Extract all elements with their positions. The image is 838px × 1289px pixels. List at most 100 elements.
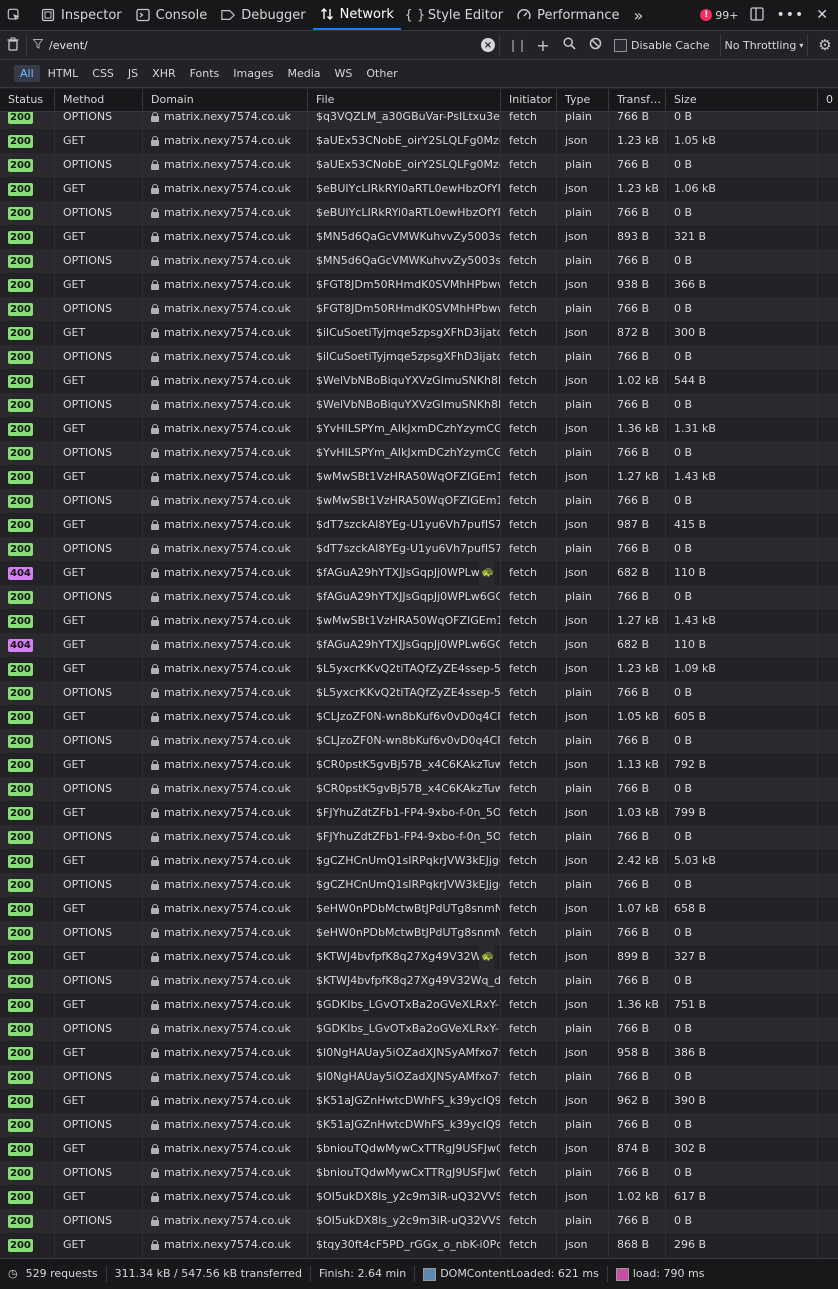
request-row[interactable]: 200 OPTIONS matrix.nexy7574.co.uk $I0NgHAUa… (0, 1065, 838, 1089)
tool-inspector[interactable]: Inspector (34, 0, 129, 30)
summary-requests[interactable]: ◷ 529 requests (0, 1266, 107, 1282)
request-row[interactable]: 200 GET matrix.nexy7574.co.uk $eHW0nPDbMctw… (0, 897, 838, 921)
tool-performance[interactable]: Performance (510, 0, 626, 30)
status-cell: 200 (0, 441, 55, 465)
request-row[interactable]: 200 OPTIONS matrix.nexy7574.co.uk $eHW0nPDb… (0, 921, 838, 945)
tool-style-editor[interactable]: { } Style Editor (401, 0, 510, 30)
dock-side-icon[interactable] (750, 6, 765, 24)
request-row[interactable]: 404 GET matrix.nexy7574.co.uk $fAGuA29hYTXJ… (0, 633, 838, 657)
double-chevron-icon: » (633, 5, 644, 25)
disable-cache-checkbox[interactable]: Disable Cache (614, 38, 710, 52)
throttling-select[interactable]: No Throttling ▾ (719, 34, 809, 56)
request-row[interactable]: 200 OPTIONS matrix.nexy7574.co.uk $aUEx53CN… (0, 153, 838, 177)
request-row[interactable]: 200 GET matrix.nexy7574.co.uk $WelVbNBoBiqu… (0, 369, 838, 393)
request-row[interactable]: 200 OPTIONS matrix.nexy7574.co.uk $CR0pstK5… (0, 777, 838, 801)
request-row[interactable]: 200 GET matrix.nexy7574.co.uk $OI5ukDX8ls_y… (0, 1185, 838, 1209)
request-row[interactable]: 200 GET matrix.nexy7574.co.uk $CLJzoZF0N-wn… (0, 705, 838, 729)
column-header-domain[interactable]: Domain (143, 89, 308, 111)
url-filter-input[interactable] (47, 37, 451, 53)
initiator-cell: fetch (501, 201, 557, 225)
request-row[interactable]: 200 OPTIONS matrix.nexy7574.co.uk $gCZHCnUm… (0, 873, 838, 897)
column-header-status[interactable]: Status (0, 89, 55, 111)
request-row[interactable]: 200 GET matrix.nexy7574.co.uk $FGT8JDm50RHm… (0, 273, 838, 297)
request-row[interactable]: 200 GET matrix.nexy7574.co.uk $wMwSBt1VzHRA… (0, 609, 838, 633)
column-header-method[interactable]: Method (55, 89, 143, 111)
request-row[interactable]: 200 GET matrix.nexy7574.co.uk $K51aJGZnHwtc… (0, 1089, 838, 1113)
request-row[interactable]: 200 GET matrix.nexy7574.co.uk $ilCuSoetiTyj… (0, 321, 838, 345)
type-filter-all[interactable]: All (14, 65, 40, 82)
column-header-transferred[interactable]: Transf… (609, 89, 666, 111)
add-request-blocking-button[interactable]: + (530, 32, 556, 58)
request-row[interactable]: 200 OPTIONS matrix.nexy7574.co.uk $ilCuSoet… (0, 345, 838, 369)
type-filter-ws[interactable]: WS (329, 65, 359, 82)
transferred-cell: 962 B (609, 1089, 666, 1113)
request-row[interactable]: 200 GET matrix.nexy7574.co.uk $tqy30ft4cF5P… (0, 1233, 838, 1257)
request-row[interactable]: 200 GET matrix.nexy7574.co.uk $YvHILSPYm_AI… (0, 417, 838, 441)
request-row[interactable]: 200 GET matrix.nexy7574.co.uk $bniouTQdwMyw… (0, 1137, 838, 1161)
request-list[interactable]: 200 OPTIONS matrix.nexy7574.co.uk $q3VQZLM_… (0, 112, 838, 1258)
clear-requests-button[interactable] (0, 32, 26, 58)
request-row[interactable]: 200 OPTIONS matrix.nexy7574.co.uk $q3VQZLM_… (0, 112, 838, 129)
url-filter[interactable]: × (26, 34, 500, 56)
column-header-type[interactable]: Type (557, 89, 609, 111)
request-row[interactable]: 200 OPTIONS matrix.nexy7574.co.uk $L5yxcrKK… (0, 681, 838, 705)
request-row[interactable]: 200 GET matrix.nexy7574.co.uk $CR0pstK5gvBj… (0, 753, 838, 777)
tool-debugger[interactable]: Debugger (214, 0, 312, 30)
type-filter-xhr[interactable]: XHR (146, 65, 181, 82)
request-row[interactable]: 200 GET matrix.nexy7574.co.uk $wMwSBt1VzHRA… (0, 465, 838, 489)
request-row[interactable]: 200 OPTIONS matrix.nexy7574.co.uk $eBUIYcLI… (0, 201, 838, 225)
column-header-initiator[interactable]: Initiator (501, 89, 557, 111)
type-filter-images[interactable]: Images (227, 65, 279, 82)
more-options-icon[interactable]: ••• (776, 7, 804, 23)
column-header-file[interactable]: File (308, 89, 501, 111)
network-settings-button[interactable]: ⚙ (812, 32, 838, 58)
pause-button[interactable]: ❘❘ (504, 32, 530, 58)
request-row[interactable]: 200 OPTIONS matrix.nexy7574.co.uk $MN5d6QaG… (0, 249, 838, 273)
more-tools-button[interactable]: » (627, 0, 651, 30)
search-button[interactable] (556, 32, 582, 58)
method-cell: OPTIONS (55, 921, 143, 945)
request-row[interactable]: 404 GET matrix.nexy7574.co.uk $fAGuA29hYTXJ… (0, 561, 838, 585)
type-filter-js[interactable]: JS (122, 65, 144, 82)
request-row[interactable]: 200 GET matrix.nexy7574.co.uk $GDKIbs_LGvOT… (0, 993, 838, 1017)
request-row[interactable]: 200 OPTIONS matrix.nexy7574.co.uk $FJYhuZdt… (0, 825, 838, 849)
request-row[interactable]: 200 GET matrix.nexy7574.co.uk $eBUIYcLIRkRY… (0, 177, 838, 201)
request-row[interactable]: 200 OPTIONS matrix.nexy7574.co.uk $OI5ukDX8… (0, 1209, 838, 1233)
type-filter-fonts[interactable]: Fonts (184, 65, 226, 82)
type-filter-other[interactable]: Other (360, 65, 403, 82)
request-row[interactable]: 200 GET matrix.nexy7574.co.uk $KTWJ4bvfpfK8… (0, 945, 838, 969)
request-row[interactable]: 200 OPTIONS matrix.nexy7574.co.uk $KTWJ4bvf… (0, 969, 838, 993)
slow-request-turtle-icon: 🐢 (478, 945, 494, 969)
close-icon[interactable]: ✕ (816, 7, 828, 23)
request-row[interactable]: 200 GET matrix.nexy7574.co.uk $aUEx53CNobE_… (0, 129, 838, 153)
request-row[interactable]: 200 OPTIONS matrix.nexy7574.co.uk $YvHILSPY… (0, 441, 838, 465)
checkbox-box[interactable] (614, 38, 627, 52)
request-row[interactable]: 200 OPTIONS matrix.nexy7574.co.uk $wMwSBt1V… (0, 489, 838, 513)
request-row[interactable]: 200 OPTIONS matrix.nexy7574.co.uk $fAGuA29h… (0, 585, 838, 609)
request-row[interactable]: 200 OPTIONS matrix.nexy7574.co.uk $bniouTQd… (0, 1161, 838, 1185)
request-row[interactable]: 200 GET matrix.nexy7574.co.uk $L5yxcrKKvQ2t… (0, 657, 838, 681)
column-header-size[interactable]: Size (666, 89, 818, 111)
tool-console[interactable]: Console (129, 0, 215, 30)
request-row[interactable]: 200 OPTIONS matrix.nexy7574.co.uk $GDKIbs_L… (0, 1017, 838, 1041)
request-row[interactable]: 200 OPTIONS matrix.nexy7574.co.uk $WelVbNBo… (0, 393, 838, 417)
request-row[interactable]: 200 OPTIONS matrix.nexy7574.co.uk $FGT8JDm5… (0, 297, 838, 321)
request-row[interactable]: 200 GET matrix.nexy7574.co.uk $I0NgHAUay5iO… (0, 1041, 838, 1065)
column-header-waterfall[interactable]: 0 (818, 89, 838, 111)
tool-network[interactable]: Network (312, 0, 401, 30)
request-row[interactable]: 200 GET matrix.nexy7574.co.uk $FJYhuZdtZFb1… (0, 801, 838, 825)
clear-filter-icon[interactable]: × (481, 38, 495, 52)
domain-cell: matrix.nexy7574.co.uk (143, 201, 308, 225)
request-row[interactable]: 200 GET matrix.nexy7574.co.uk $gCZHCnUmQ1sI… (0, 849, 838, 873)
element-picker-button[interactable] (0, 0, 34, 30)
request-row[interactable]: 200 OPTIONS matrix.nexy7574.co.uk $K51aJGZn… (0, 1113, 838, 1137)
request-row[interactable]: 200 GET matrix.nexy7574.co.uk $dT7szckAI8YE… (0, 513, 838, 537)
block-requests-button[interactable] (582, 32, 608, 58)
type-filter-media[interactable]: Media (281, 65, 326, 82)
request-row[interactable]: 200 OPTIONS matrix.nexy7574.co.uk $dT7szckA… (0, 537, 838, 561)
type-filter-css[interactable]: CSS (86, 65, 120, 82)
request-row[interactable]: 200 GET matrix.nexy7574.co.uk $MN5d6QaGcVMW… (0, 225, 838, 249)
type-filter-html[interactable]: HTML (42, 65, 85, 82)
request-row[interactable]: 200 OPTIONS matrix.nexy7574.co.uk $CLJzoZF0… (0, 729, 838, 753)
error-count-badge[interactable]: ! 99+ (700, 9, 738, 22)
